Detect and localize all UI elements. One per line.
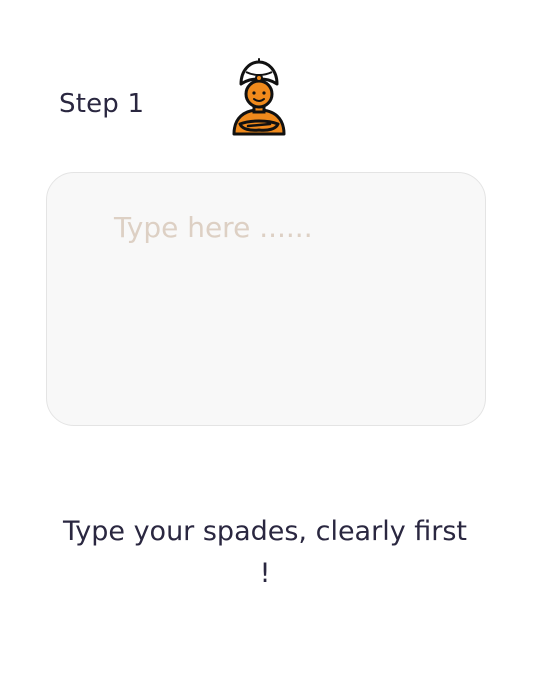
genie-turban-icon [228, 58, 290, 138]
step-header: Step 1 [0, 0, 545, 150]
step-label: Step 1 [59, 89, 145, 119]
spades-input-box [46, 172, 486, 426]
instruction-text: Type your spades, clearly first ! [62, 516, 468, 589]
spades-textarea[interactable] [47, 173, 485, 425]
